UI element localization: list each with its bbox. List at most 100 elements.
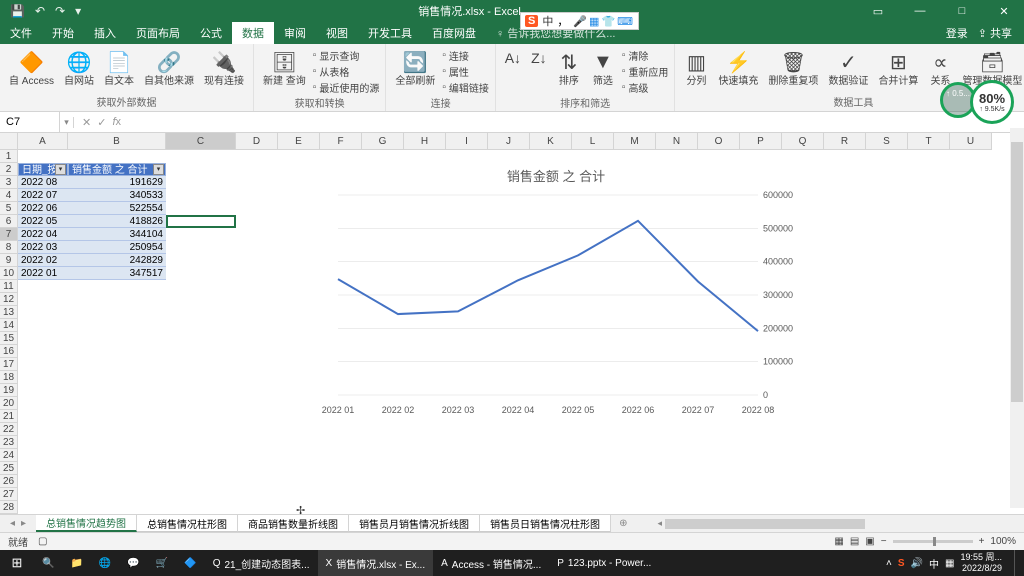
row-header-1[interactable]: 1 bbox=[0, 150, 18, 163]
table-cell[interactable]: 2022 08 bbox=[18, 176, 68, 189]
ribbon-stack-item[interactable]: ▫编辑链接 bbox=[442, 80, 489, 95]
ribbon-btn[interactable]: ⚡快速填充 bbox=[715, 48, 761, 89]
col-header-C[interactable]: C bbox=[166, 133, 236, 150]
row-header-4[interactable]: 4 bbox=[0, 189, 18, 202]
table-cell[interactable]: 2022 03 bbox=[18, 241, 68, 254]
menu-tab-7[interactable]: 视图 bbox=[316, 22, 358, 44]
view-normal-icon[interactable]: ▦ bbox=[834, 536, 843, 547]
tray-ime-icon[interactable]: S bbox=[898, 558, 905, 569]
row-header-17[interactable]: 17 bbox=[0, 358, 18, 371]
col-header-O[interactable]: O bbox=[698, 133, 740, 150]
col-header-M[interactable]: M bbox=[614, 133, 656, 150]
row-header-15[interactable]: 15 bbox=[0, 332, 18, 345]
col-header-Q[interactable]: Q bbox=[782, 133, 824, 150]
zoom-level[interactable]: 100% bbox=[990, 536, 1016, 547]
row-header-14[interactable]: 14 bbox=[0, 319, 18, 332]
menu-tab-5[interactable]: 数据 bbox=[232, 22, 274, 44]
new-query-button[interactable]: 🗄新建 查询 bbox=[260, 48, 309, 89]
save-icon[interactable]: 💾 bbox=[10, 4, 25, 18]
row-header-8[interactable]: 8 bbox=[0, 241, 18, 254]
ribbon-options-icon[interactable]: ▭ bbox=[858, 0, 898, 22]
filter-dropdown-icon[interactable]: ▾ bbox=[55, 164, 66, 175]
row-header-12[interactable]: 12 bbox=[0, 293, 18, 306]
tray-lang-icon[interactable]: 中 bbox=[929, 556, 939, 571]
filter-button[interactable]: ▼筛选 bbox=[588, 48, 618, 89]
row-header-2[interactable]: 2 bbox=[0, 163, 18, 176]
ribbon-stack-item[interactable]: ▫重新应用 bbox=[622, 64, 669, 79]
row-header-20[interactable]: 20 bbox=[0, 397, 18, 410]
ribbon-stack-item[interactable]: ▫从表格 bbox=[313, 64, 380, 79]
sort-za-button[interactable]: Z↓ bbox=[528, 48, 550, 68]
sheet-tab[interactable]: 销售员日销售情况柱形图 bbox=[480, 515, 611, 532]
table-cell[interactable]: 2022 05 bbox=[18, 215, 68, 228]
minimize-button[interactable]: — bbox=[900, 0, 940, 22]
row-header-13[interactable]: 13 bbox=[0, 306, 18, 319]
taskbar-item[interactable]: 🌐 bbox=[91, 550, 119, 576]
row-header-28[interactable]: 28 bbox=[0, 501, 18, 514]
row-header-5[interactable]: 5 bbox=[0, 202, 18, 215]
taskbar-item[interactable]: P123.pptx - Power... bbox=[549, 550, 659, 576]
row-header-24[interactable]: 24 bbox=[0, 449, 18, 462]
taskbar-item[interactable]: X销售情况.xlsx - Ex... bbox=[318, 550, 434, 576]
row-header-6[interactable]: 6 bbox=[0, 215, 18, 228]
row-header-11[interactable]: 11 bbox=[0, 280, 18, 293]
taskbar-item[interactable]: Q21_创建动态图表... bbox=[205, 550, 318, 576]
taskbar-item[interactable]: 📁 bbox=[62, 550, 90, 576]
table-cell[interactable]: 2022 07 bbox=[18, 189, 68, 202]
col-header-P[interactable]: P bbox=[740, 133, 782, 150]
col-header-G[interactable]: G bbox=[362, 133, 404, 150]
sheet-tab[interactable]: 总销售情况柱形图 bbox=[137, 515, 238, 532]
menu-tab-0[interactable]: 文件 bbox=[0, 22, 42, 44]
taskbar-clock[interactable]: 19:55 周... 2022/8/29 bbox=[960, 552, 1008, 574]
login-link[interactable]: 登录 bbox=[946, 25, 968, 41]
view-pagelayout-icon[interactable]: ▤ bbox=[850, 536, 859, 547]
tray-network-icon[interactable]: 🔊 bbox=[911, 558, 923, 569]
row-header-7[interactable]: 7 bbox=[0, 228, 18, 241]
menu-tab-9[interactable]: 百度网盘 bbox=[422, 22, 486, 44]
ime-toolbar-icons[interactable]: 🎤▦👕⌨ bbox=[572, 15, 634, 28]
row-header-26[interactable]: 26 bbox=[0, 475, 18, 488]
col-header-E[interactable]: E bbox=[278, 133, 320, 150]
ribbon-stack-item[interactable]: ▫清除 bbox=[622, 48, 669, 63]
row-header-18[interactable]: 18 bbox=[0, 371, 18, 384]
row-header-25[interactable]: 25 bbox=[0, 462, 18, 475]
ribbon-stack-item[interactable]: ▫最近使用的源 bbox=[313, 80, 380, 95]
row-header-21[interactable]: 21 bbox=[0, 410, 18, 423]
taskbar-item[interactable]: AAccess - 销售情况... bbox=[433, 550, 549, 576]
vertical-scrollbar[interactable] bbox=[1010, 128, 1024, 508]
menu-tab-8[interactable]: 开发工具 bbox=[358, 22, 422, 44]
menu-tab-4[interactable]: 公式 bbox=[190, 22, 232, 44]
performance-overlay[interactable]: ↑ 0.5... 80%↑ 9.5K/s bbox=[924, 80, 1014, 126]
start-button[interactable]: ⊞ bbox=[0, 555, 34, 571]
ribbon-btn[interactable]: 🗑删除重复项 bbox=[765, 48, 821, 89]
show-desktop-button[interactable] bbox=[1014, 550, 1020, 576]
table-cell[interactable]: 340533 bbox=[68, 189, 166, 202]
view-pagebreak-icon[interactable]: ▣ bbox=[865, 536, 874, 547]
sort-button[interactable]: ⇅排序 bbox=[554, 48, 584, 89]
tray-keyboard-icon[interactable]: ▦ bbox=[945, 558, 954, 569]
row-header-27[interactable]: 27 bbox=[0, 488, 18, 501]
row-header-10[interactable]: 10 bbox=[0, 267, 18, 280]
ribbon-btn[interactable]: 🔗自其他来源 bbox=[141, 48, 197, 89]
ribbon-btn[interactable]: 🔶自 Access bbox=[6, 48, 57, 89]
menu-tab-2[interactable]: 插入 bbox=[84, 22, 126, 44]
ribbon-stack-item[interactable]: ▫连接 bbox=[442, 48, 489, 63]
col-header-B[interactable]: B bbox=[68, 133, 166, 150]
cells-area[interactable]: 销售金额 之 合计 010000020000030000040000050000… bbox=[18, 150, 1024, 514]
ribbon-btn[interactable]: ✓数据验证 bbox=[825, 48, 871, 89]
taskbar-item[interactable]: 🔷 bbox=[176, 550, 204, 576]
name-box[interactable]: C7 bbox=[0, 112, 60, 132]
filter-dropdown-icon[interactable]: ▾ bbox=[153, 164, 164, 175]
row-header-16[interactable]: 16 bbox=[0, 345, 18, 358]
ribbon-btn[interactable]: 🌐自网站 bbox=[61, 48, 97, 89]
row-header-22[interactable]: 22 bbox=[0, 423, 18, 436]
row-header-9[interactable]: 9 bbox=[0, 254, 18, 267]
share-button[interactable]: ⇪ 共享 bbox=[978, 25, 1012, 41]
fx-button[interactable]: fx bbox=[112, 116, 121, 129]
ribbon-stack-item[interactable]: ▫显示查询 bbox=[313, 48, 380, 63]
row-header-3[interactable]: 3 bbox=[0, 176, 18, 189]
table-cell[interactable]: 2022 01 bbox=[18, 267, 68, 280]
sheet-tab[interactable]: 销售员月销售情况折线图 bbox=[349, 515, 480, 532]
zoom-in-button[interactable]: + bbox=[979, 536, 985, 547]
undo-icon[interactable]: ↶ bbox=[35, 4, 45, 18]
